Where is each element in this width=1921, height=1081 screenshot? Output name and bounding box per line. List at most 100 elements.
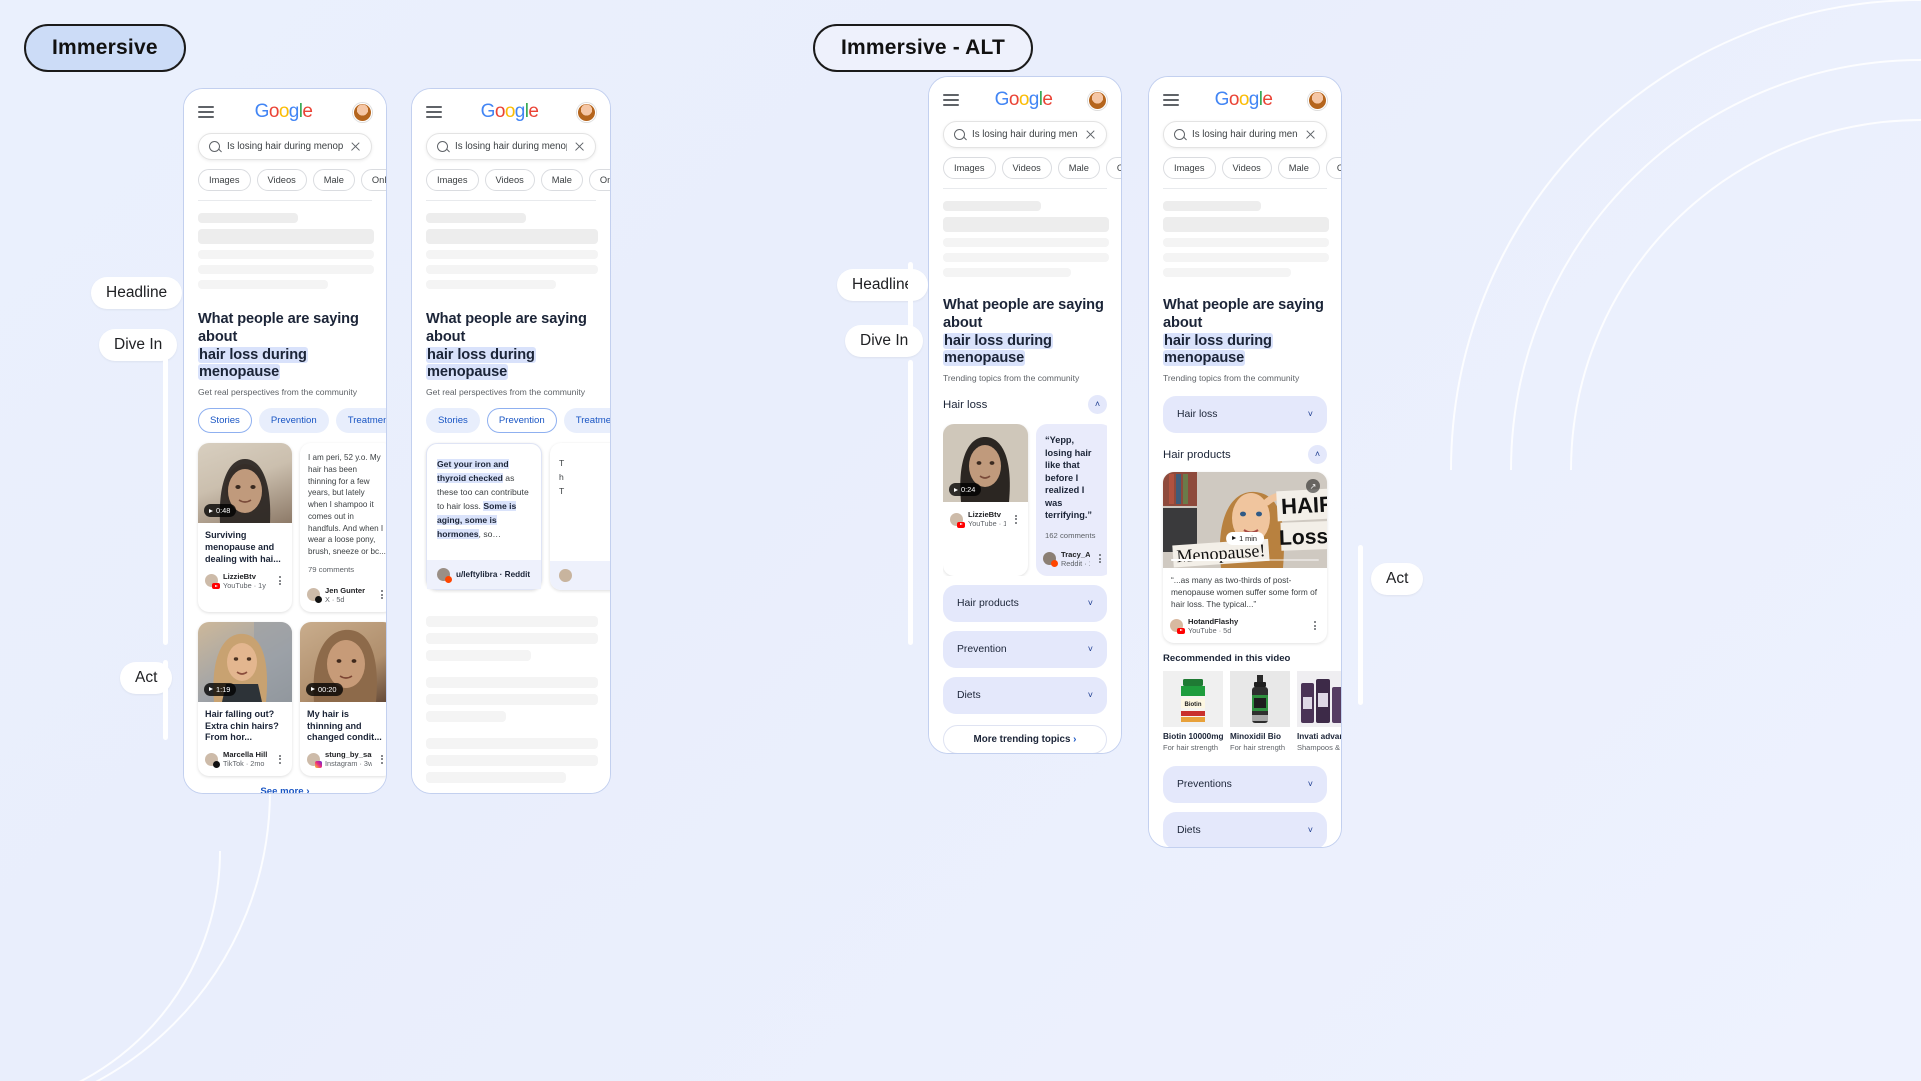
hamburger-icon[interactable] [198, 106, 214, 118]
product-card[interactable]: Minoxidil Bio For hair strength [1230, 670, 1290, 752]
collapse-chevron-icon[interactable]: ˄ [1308, 445, 1327, 465]
product-image: Biotin [1163, 670, 1223, 727]
close-icon[interactable] [574, 141, 585, 152]
search-input[interactable]: Is losing hair during menopause n... [1163, 121, 1327, 148]
chip-online[interactable]: Online [588, 169, 610, 191]
google-logo: Google [480, 101, 539, 122]
accordion-prevention[interactable]: Prevention ˅ [943, 630, 1107, 668]
accordion-hair-loss[interactable]: Hair loss ˅ [1163, 396, 1327, 434]
filter-chips: Images Videos Male Online Perspe [198, 169, 386, 191]
tab-prevention[interactable]: Prevention [258, 408, 329, 434]
chip-videos[interactable]: Videos [256, 169, 307, 191]
perspectives-card-row-1: Get your iron and thyroid checked as the… [426, 443, 610, 590]
skeleton-block-top [1149, 201, 1341, 277]
source-avatar [205, 752, 220, 768]
chip-male[interactable]: Male [540, 169, 583, 191]
accordion-hair-products[interactable]: Hair products ˅ [943, 584, 1107, 622]
chip-online[interactable]: Online [1325, 157, 1341, 179]
accordion-preventions[interactable]: Preventions ˅ [1163, 765, 1327, 803]
stage-bar-dive-in-alt [908, 360, 913, 645]
tab-stories[interactable]: Stories [426, 408, 480, 434]
text-card[interactable]: I am peri, 52 y.o. My hair has been thin… [300, 443, 386, 612]
video-duration-badge: 1 min [1226, 531, 1264, 545]
user-avatar[interactable] [1088, 90, 1107, 110]
chip-images[interactable]: Images [426, 169, 479, 191]
skeleton-block-bottom [412, 615, 610, 793]
tab-treatments[interactable]: Treatments [335, 408, 386, 434]
tab-stories[interactable]: Stories [198, 408, 252, 434]
stage-label-text: Headline [852, 276, 914, 293]
chip-images[interactable]: Images [198, 169, 251, 191]
more-options-icon[interactable] [1310, 620, 1320, 631]
source-avatar [307, 588, 322, 604]
chip-male[interactable]: Male [1057, 157, 1100, 179]
chevron-down-icon: ˅ [1087, 689, 1093, 700]
accordion-hair-products-open[interactable]: Hair products ˄ [1163, 445, 1327, 465]
more-options-icon[interactable] [1011, 514, 1021, 524]
module-tabs: Stories Prevention Treatments Hair p [198, 408, 386, 434]
chip-online[interactable]: Online [360, 169, 386, 191]
user-avatar[interactable] [1308, 90, 1327, 110]
perspectives-module: What people are saying about hair loss d… [1149, 297, 1341, 847]
chip-images[interactable]: Images [943, 157, 996, 179]
video-card[interactable]: 00:20 My hair is thinning and changed co… [300, 621, 386, 777]
see-more-button[interactable]: See more › [198, 786, 372, 793]
close-icon[interactable] [350, 141, 361, 152]
accordion-hair-loss-open[interactable]: Hair loss ˄ [943, 395, 1107, 415]
overlay-hair-text: HAIR [1280, 492, 1327, 520]
more-trending-topics-button[interactable]: More trending topics › [943, 724, 1107, 753]
chip-videos[interactable]: Videos [1221, 157, 1272, 179]
video-card[interactable]: 0:48 Surviving menopause and dealing wit… [198, 443, 292, 612]
partial-text: T h T [550, 443, 610, 561]
chip-images[interactable]: Images [1163, 157, 1216, 179]
product-card[interactable]: Invati advance Shampoos & othe [1297, 670, 1341, 752]
more-options-icon[interactable] [275, 576, 285, 586]
module-subtitle: Get real perspectives from the community [426, 387, 586, 398]
search-input[interactable]: Is losing hair during menopause n... [943, 121, 1107, 148]
hamburger-icon[interactable] [426, 106, 442, 118]
chip-male[interactable]: Male [312, 169, 355, 191]
more-options-icon[interactable] [1095, 554, 1105, 564]
source-name: HotandFlashy [1188, 616, 1239, 626]
partial-line-2: h [559, 472, 564, 483]
more-button-label: More trending topics [973, 733, 1071, 745]
perspectives-module: What people are saying about hair loss d… [929, 297, 1121, 753]
chip-online[interactable]: Online [1105, 157, 1121, 179]
user-avatar[interactable] [353, 102, 372, 122]
text-card-source-row: u/leftylibra · Reddit [427, 559, 541, 589]
collapse-chevron-icon[interactable]: ˄ [1088, 395, 1107, 415]
more-options-icon[interactable] [377, 590, 386, 600]
close-icon[interactable] [1305, 129, 1316, 140]
source-avatar [205, 574, 220, 590]
video-thumbnail: 0:24 [943, 424, 1028, 503]
video-card[interactable]: 0:24 LizzieBtv YouTube · 1h [943, 424, 1028, 576]
chrome-divider [426, 200, 596, 201]
tab-treatments[interactable]: Treatments [563, 408, 610, 434]
product-name: Invati advance [1297, 731, 1341, 741]
accordion-diets[interactable]: Diets ˅ [943, 676, 1107, 714]
product-card[interactable]: Biotin Biotin 10000mg For hair strength [1163, 670, 1223, 752]
product-subtitle: For hair strength [1163, 742, 1219, 752]
search-input[interactable]: Is losing hair during menopause n... [198, 133, 372, 160]
user-avatar[interactable] [577, 102, 596, 122]
module-title: What people are saying about hair loss d… [1163, 297, 1327, 368]
video-progress-bar[interactable] [1171, 558, 1319, 562]
chip-videos[interactable]: Videos [1001, 157, 1052, 179]
quote-comments: 162 comments [1045, 530, 1096, 540]
search-input[interactable]: Is losing hair during menopause n... [426, 133, 596, 160]
chip-male[interactable]: Male [1277, 157, 1320, 179]
chip-videos[interactable]: Videos [484, 169, 535, 191]
more-options-icon[interactable] [275, 754, 285, 764]
video-card[interactable]: 1:19 Hair falling out? Extra chin hairs?… [198, 621, 292, 777]
video-source-row: LizzieBtv YouTube · 1h [943, 502, 1028, 536]
hamburger-icon[interactable] [1163, 94, 1179, 106]
accordion-diets[interactable]: Diets ˅ [1163, 811, 1327, 847]
close-icon[interactable] [1085, 129, 1096, 140]
quote-card[interactable]: “Yepp, losing hair like that before I re… [1036, 424, 1107, 576]
tab-prevention[interactable]: Prevention [486, 408, 557, 434]
text-card-partial[interactable]: T h T [550, 443, 610, 590]
hamburger-icon[interactable] [943, 94, 959, 106]
more-options-icon[interactable] [377, 754, 386, 764]
text-card-highlighted[interactable]: Get your iron and thyroid checked as the… [426, 443, 542, 590]
featured-video-card[interactable]: HAIR Loss? Menopause! ↗ 1 min “...as man… [1163, 472, 1327, 643]
